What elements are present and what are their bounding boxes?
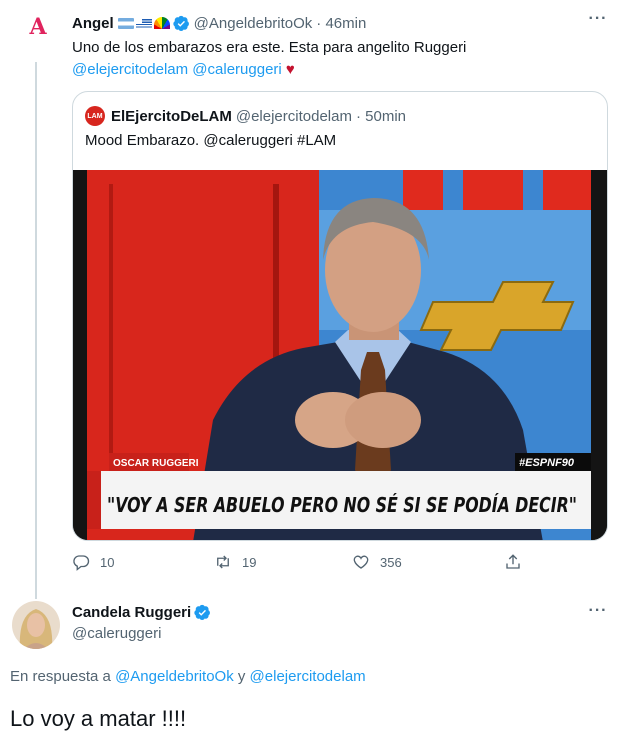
replying-to-user-link[interactable]: @elejercitodelam <box>250 668 366 685</box>
name-emoji-flags <box>117 17 170 29</box>
tweet-action-bar: 10 19 356 <box>72 553 608 577</box>
thread-line <box>35 62 37 599</box>
replying-to-user-link[interactable]: @AngeldebritoOk <box>115 668 234 685</box>
quote-header: LAM ElEjercitoDeLAM @elejercitodelam · 5… <box>85 106 406 126</box>
tweet-text-line: Uno de los embarazos era este. Esta para… <box>72 39 467 56</box>
tweet-header: Angel @AngeldebritoOk · 46min <box>72 12 366 34</box>
mention-link[interactable]: @caleruggeri <box>192 61 281 78</box>
retweet-count: 19 <box>242 554 257 570</box>
replying-to-line: En respuesta a @AngeldebritoOk y @elejer… <box>10 668 366 685</box>
author-handle[interactable]: @AngeldebritoOk <box>194 15 313 32</box>
quote-time[interactable]: · 50min <box>356 108 406 125</box>
share-button[interactable] <box>504 553 522 571</box>
verified-badge-icon <box>173 15 189 31</box>
reply-count: 10 <box>100 554 115 570</box>
verified-badge-icon <box>194 604 211 621</box>
mention-link[interactable]: @elejercitodelam <box>72 61 188 78</box>
lower-third-name: OSCAR RUGGERI <box>113 458 199 469</box>
uruguay-flag-icon <box>135 17 152 29</box>
share-icon <box>506 554 520 569</box>
retweet-icon <box>217 555 229 569</box>
reply-author: Candela Ruggeri <box>72 604 211 621</box>
tweet-text: Uno de los embarazos era este. Esta para… <box>72 37 602 81</box>
quote-author-avatar[interactable]: LAM <box>85 106 105 126</box>
reply-more-options-button[interactable]: ··· <box>586 603 610 624</box>
tv-frame-illustration: OSCAR RUGGERI #ESPNF90 "VOY A SER ABUELO… <box>73 170 607 540</box>
like-button[interactable]: 356 <box>352 553 402 571</box>
author-name[interactable]: Angel <box>72 15 114 32</box>
like-count: 356 <box>380 554 402 570</box>
caption-text: "VOY A SER ABUELO PERO NO SÉ SI SE PODÍA… <box>107 493 577 517</box>
tweet-time[interactable]: · 46min <box>316 15 366 32</box>
replying-to-prefix: En respuesta a <box>10 668 111 685</box>
more-options-button[interactable]: ··· <box>586 11 610 32</box>
red-heart-icon: ♥ <box>285 61 295 78</box>
rainbow-icon <box>153 17 170 29</box>
avatar-photo <box>12 601 60 649</box>
reply-button[interactable]: 10 <box>72 553 114 571</box>
reply-author-avatar[interactable] <box>12 601 60 649</box>
heart-icon <box>353 555 369 569</box>
argentina-flag-icon <box>117 17 134 29</box>
quote-media-image[interactable]: OSCAR RUGGERI #ESPNF90 "VOY A SER ABUELO… <box>73 170 607 540</box>
reply-author-handle[interactable]: @caleruggeri <box>72 625 161 642</box>
quoted-tweet-card[interactable]: LAM ElEjercitoDeLAM @elejercitodelam · 5… <box>72 91 608 541</box>
replying-to-and: y <box>237 668 246 685</box>
reply-icon <box>73 555 90 571</box>
quote-text: Mood Embarazo. @caleruggeri #LAM <box>85 132 337 149</box>
reply-author-name[interactable]: Candela Ruggeri <box>72 604 191 621</box>
retweet-button[interactable]: 19 <box>214 553 256 571</box>
hashtag-label: #ESPNF90 <box>519 457 575 469</box>
quote-author-handle[interactable]: @elejercitodelam <box>236 108 352 125</box>
quote-author-name[interactable]: ElEjercitoDeLAM <box>111 108 232 125</box>
reply-text: Lo voy a matar !!!! <box>10 706 187 731</box>
avatar-letter: A <box>29 14 47 40</box>
author-avatar[interactable]: A <box>18 14 58 54</box>
